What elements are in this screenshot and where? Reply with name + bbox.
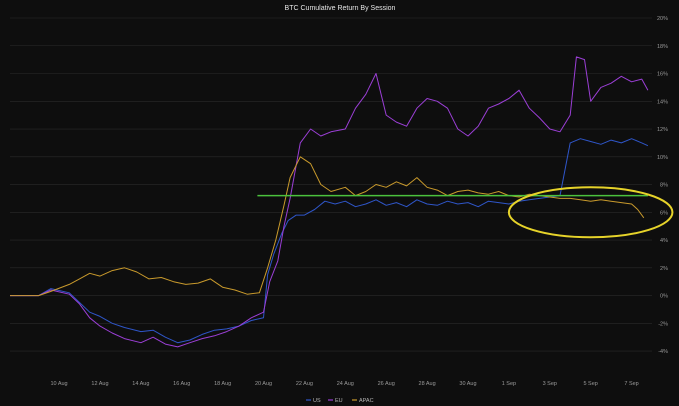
y-axis-ticks: -4% -2% 0% 2% 4% 6% 8% 10% 12% 14% 16% 18% 20% (657, 16, 668, 355)
y-tick-label: 20% (657, 16, 668, 22)
y-tick-label: 10% (657, 155, 668, 161)
x-tick-label: 26 Aug (378, 381, 395, 387)
y-tick-label: 14% (657, 99, 668, 105)
y-tick-label: 2% (660, 266, 668, 272)
series-line-us (10, 138, 649, 344)
chart-container: BTC Cumulative Return By Session -4% -2% 0… (0, 0, 679, 406)
x-tick-label: 16 Aug (173, 381, 190, 387)
x-tick-label: 10 Aug (50, 381, 67, 387)
x-tick-label: 3 Sep (543, 381, 557, 387)
y-tick-label: -4% (658, 349, 668, 355)
x-tick-label: 30 Aug (459, 381, 476, 387)
legend-label-apac: APAC (359, 398, 374, 404)
x-tick-label: 7 Sep (624, 381, 638, 387)
y-tick-label: 0% (660, 294, 668, 300)
legend: US EU APAC (306, 398, 374, 404)
x-tick-label: 14 Aug (132, 381, 149, 387)
x-tick-label: 28 Aug (419, 381, 436, 387)
x-tick-label: 1 Sep (502, 381, 516, 387)
legend-label-us: US (313, 398, 321, 404)
y-tick-label: 4% (660, 238, 668, 244)
y-tick-label: -2% (658, 321, 668, 327)
x-tick-label: 22 Aug (296, 381, 313, 387)
y-tick-label: 6% (660, 210, 668, 216)
x-tick-label: 24 Aug (337, 381, 354, 387)
x-tick-label: 12 Aug (91, 381, 108, 387)
x-tick-label: 18 Aug (214, 381, 231, 387)
chart-title: BTC Cumulative Return By Session (285, 5, 396, 12)
y-tick-label: 18% (657, 44, 668, 50)
series-lines (10, 56, 649, 348)
x-tick-label: 5 Sep (583, 381, 597, 387)
series-line-apac (10, 156, 645, 297)
y-tick-label: 8% (660, 183, 668, 189)
legend-label-eu: EU (335, 398, 343, 404)
y-tick-label: 12% (657, 127, 668, 133)
x-tick-label: 20 Aug (255, 381, 272, 387)
grid-lines (10, 17, 652, 352)
cumulative-return-chart: BTC Cumulative Return By Session -4% -2% 0… (10, 5, 674, 404)
x-axis-ticks: 10 Aug 12 Aug 14 Aug 16 Aug 18 Aug 20 Aug 22 A… (50, 381, 638, 387)
y-tick-label: 16% (657, 72, 668, 78)
